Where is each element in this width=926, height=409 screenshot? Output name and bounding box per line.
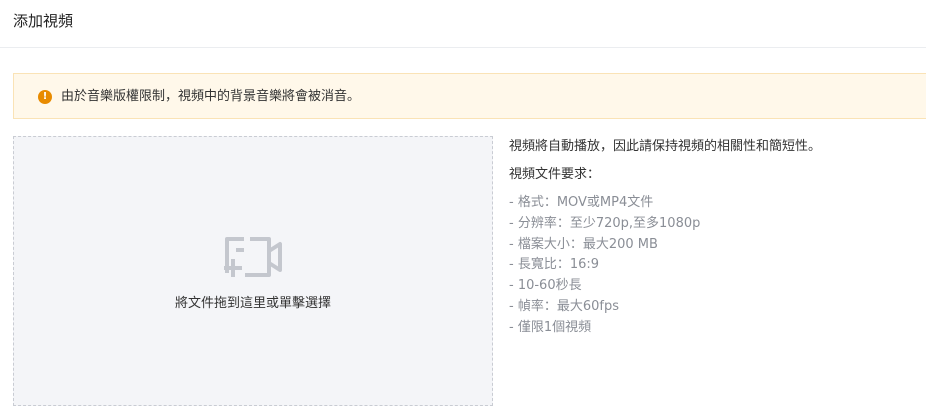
dropzone-label: 將文件拖到這里或單擊選擇: [174, 296, 331, 311]
requirement-item: - 分辨率：至少720p,至多1080p: [509, 215, 701, 231]
requirement-item: - 幀率：最大60fps: [509, 298, 619, 314]
page-header: 添加視頻: [0, 0, 926, 48]
info-icon: !: [38, 90, 52, 104]
requirements-list: - 格式：MOV或MP4文件 - 分辨率：至少720p,至多1080p - 檔案…: [509, 193, 919, 339]
requirement-item: - 格式：MOV或MP4文件: [509, 195, 654, 210]
video-upload-dropzone[interactable]: 將文件拖到這里或單擊選擇: [13, 136, 493, 406]
info-description: 視頻將自動播放，因此請保持視頻的相關性和簡短性。: [509, 139, 822, 154]
add-video-icon: [224, 237, 282, 277]
notice-text: 由於音樂版權限制，視頻中的背景音樂將會被消音。: [61, 89, 361, 104]
requirement-item: - 長寬比：16:9: [509, 257, 600, 273]
requirement-item: - 僅限1個視頻: [509, 319, 592, 335]
video-requirements-panel: 視頻將自動播放，因此請保持視頻的相關性和簡短性。 視頻文件要求： - 格式：MO…: [509, 138, 919, 339]
requirement-item: - 檔案大小：最大200 MB: [509, 236, 658, 252]
requirement-item: - 10-60秒長: [509, 278, 582, 294]
copyright-notice: ! 由於音樂版權限制，視頻中的背景音樂將會被消音。: [13, 73, 926, 119]
requirements-title: 視頻文件要求：: [509, 167, 601, 182]
page-title: 添加視頻: [13, 12, 74, 30]
add-video-page: 添加視頻 ! 由於音樂版權限制，視頻中的背景音樂將會被消音。 將文件拖到這里或單…: [0, 0, 926, 409]
